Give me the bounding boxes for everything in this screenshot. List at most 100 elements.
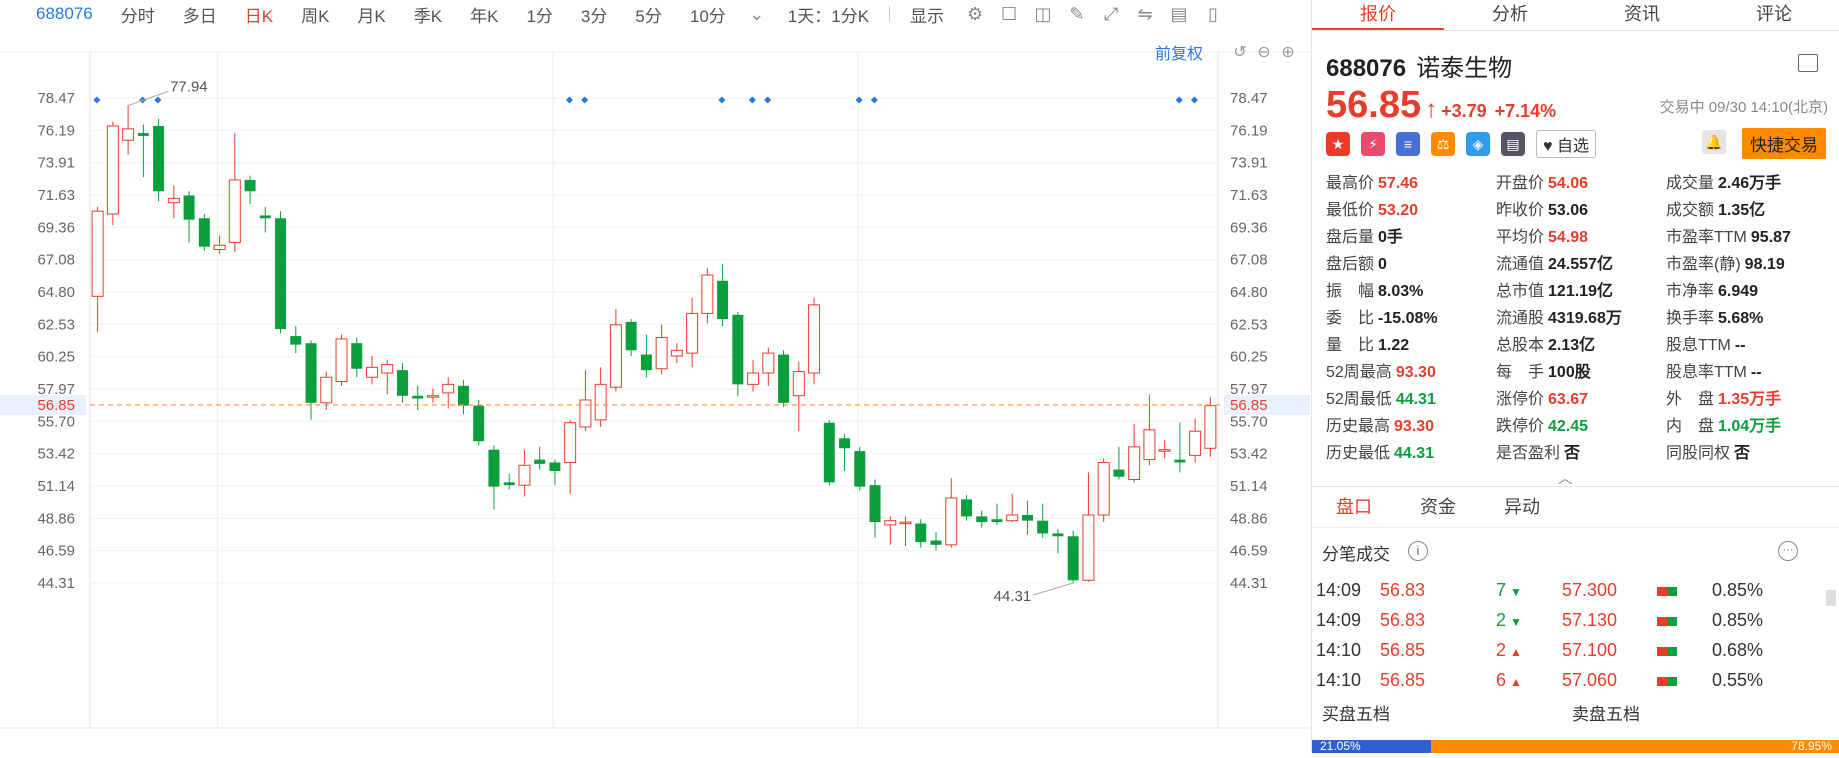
quote-cell: 总市值 121.19亿 <box>1496 278 1666 305</box>
period-select[interactable]: 1天：1分K <box>774 2 883 27</box>
high-annotation: 77.94 <box>170 79 208 96</box>
tab-fenshi[interactable]: 分时 <box>107 2 169 27</box>
tab-anomaly[interactable]: 异动 <box>1480 487 1564 527</box>
scale-icon[interactable]: ⚖ <box>1431 132 1455 156</box>
quote-cell: 市净率 6.949 <box>1666 278 1836 305</box>
kline-svg[interactable]: 78.47 78.47 76.19 76.19 73.91 73.91 71.63 71.63… <box>0 28 1310 758</box>
quote-cell: 盘后量 0手 <box>1326 224 1496 251</box>
candle-body <box>122 128 135 141</box>
tick-ratio-bar <box>1657 617 1677 626</box>
quote-cell: 同股同权否 <box>1666 440 1836 467</box>
notes-icon[interactable]: ▤ <box>1501 132 1525 156</box>
tab-order-book[interactable]: 盘口 <box>1312 487 1396 527</box>
current-price-tag-left: 56.85 <box>37 397 75 414</box>
candle-body <box>137 133 149 136</box>
lightning-icon[interactable]: ⚡ <box>1361 132 1385 156</box>
tab-quote[interactable]: 报价 <box>1312 0 1444 30</box>
candle-body <box>655 337 668 370</box>
quote-value: 95.87 <box>1750 229 1791 246</box>
quote-label: 是否盈利 <box>1496 445 1561 462</box>
candle-body <box>1021 514 1033 521</box>
fund-icon[interactable]: ▤ <box>1168 4 1190 24</box>
tick-price: 56.85 <box>1380 670 1426 690</box>
zoom-in-icon[interactable]: ⊕ <box>1278 42 1298 62</box>
tab-10min[interactable]: 10分 <box>676 2 740 27</box>
tag-icon[interactable]: ◈ <box>1466 132 1490 156</box>
tab-day-k[interactable]: 日K <box>231 2 287 27</box>
candle-body <box>153 125 165 192</box>
chart-toolbar: 688076 分时 多日 日K 周K 月K 季K 年K 1分 3分 5分 10分… <box>0 0 1310 28</box>
candle-body <box>259 215 271 219</box>
candle-body <box>381 363 394 374</box>
quote-value: 121.19亿 <box>1548 283 1613 300</box>
sub-tabs: 盘口 资金 异动 <box>1312 486 1839 528</box>
collapse-chevron-icon[interactable]: ︿ <box>1558 468 1572 488</box>
menu-icon[interactable] <box>1798 54 1818 72</box>
quote-value: 2.46万手 <box>1718 175 1782 192</box>
candle-body <box>960 499 972 517</box>
tab-analysis[interactable]: 分析 <box>1444 0 1576 30</box>
china-flag-icon[interactable]: ★ <box>1326 132 1350 156</box>
tab-year-k[interactable]: 年K <box>456 2 512 27</box>
kline-chart[interactable]: 78.47 78.47 76.19 76.19 73.91 73.91 71.63 71.63… <box>0 28 1310 758</box>
price-change: +3.79 <box>1441 101 1487 121</box>
tick-ref-price: 57.100 <box>1562 640 1618 660</box>
quote-cell: 每 手 100股 <box>1496 359 1666 386</box>
candle-body <box>1204 405 1217 449</box>
candle-body <box>305 343 317 403</box>
quote-value: 93.30 <box>1395 364 1436 381</box>
sidebar-toggle-icon[interactable]: ▯ <box>1202 4 1224 24</box>
tab-quarter-k[interactable]: 季K <box>400 2 456 27</box>
quote-value: 93.30 <box>1394 418 1435 435</box>
candle-body <box>915 523 927 542</box>
quote-cell: 市盈率(静) 98.19 <box>1666 251 1836 278</box>
more-icon[interactable]: ··· <box>1778 541 1798 561</box>
reset-icon[interactable]: ↺ <box>1230 42 1250 62</box>
watchlist-button[interactable]: ♥ 自选 <box>1536 130 1596 158</box>
tab-5min[interactable]: 5分 <box>621 2 675 27</box>
quote-label: 历史最低 <box>1326 445 1391 462</box>
chevron-down-icon[interactable]: ⌄ <box>746 4 768 24</box>
tab-week-k[interactable]: 周K <box>287 2 343 27</box>
database-icon[interactable]: ≡ <box>1396 132 1420 156</box>
tab-3min[interactable]: 3分 <box>567 2 621 27</box>
quote-value: -- <box>1750 364 1762 381</box>
compare-icon[interactable]: ⇋ <box>1134 4 1156 24</box>
tick-volume: 6 <box>1495 670 1506 690</box>
checkbox-icon[interactable]: ☐ <box>998 4 1020 24</box>
tick-time: 14:09 <box>1316 580 1362 600</box>
info-icon[interactable]: i <box>1408 541 1428 561</box>
tab-1min[interactable]: 1分 <box>512 2 566 27</box>
quote-row: 盘后额 0 流通值 24.557亿 市盈率(静) 98.19 <box>1326 251 1836 278</box>
tab-multiday[interactable]: 多日 <box>169 2 231 27</box>
tab-capital[interactable]: 资金 <box>1396 487 1480 527</box>
tick-ref-price: 57.300 <box>1562 580 1618 600</box>
candle-body <box>945 497 958 546</box>
display-menu[interactable]: 显示 <box>896 2 958 27</box>
quote-value: 1.35万手 <box>1718 391 1782 408</box>
fast-trade-button[interactable]: 快捷交易 <box>1742 128 1826 159</box>
tick-row: 14:09 56.83 7 ▼ 57.300 0.85% <box>1312 576 1832 606</box>
buy-five-label: 买盘五档 <box>1322 705 1390 724</box>
scrollbar[interactable] <box>1826 590 1836 606</box>
candle-body <box>1189 430 1202 456</box>
candle-body <box>1174 459 1186 463</box>
quote-cell: 历史最高 93.30 <box>1326 413 1496 440</box>
quote-label: 成交量 <box>1666 175 1715 192</box>
zoom-out-icon[interactable]: ⊖ <box>1254 42 1274 62</box>
camera-icon[interactable]: ◫ <box>1032 4 1054 24</box>
candle-body <box>213 244 226 250</box>
bell-icon[interactable]: 🔔 <box>1702 130 1726 154</box>
tab-news[interactable]: 资讯 <box>1576 0 1708 30</box>
gear-icon[interactable]: ⚙ <box>964 4 986 24</box>
quote-label: 最高价 <box>1326 175 1375 192</box>
candle-body <box>1006 514 1019 522</box>
pencil-icon[interactable]: ✎ <box>1066 4 1088 24</box>
quote-cell: 股息TTM -- <box>1666 332 1836 359</box>
y-tick-right: 78.47 <box>1230 90 1268 107</box>
fullscreen-icon[interactable]: ⤢ <box>1100 4 1122 24</box>
quote-label: 成交额 <box>1666 202 1715 219</box>
adjust-toggle[interactable]: 前复权 <box>1155 40 1203 64</box>
tab-comments[interactable]: 评论 <box>1708 0 1839 30</box>
tab-month-k[interactable]: 月K <box>343 2 399 27</box>
